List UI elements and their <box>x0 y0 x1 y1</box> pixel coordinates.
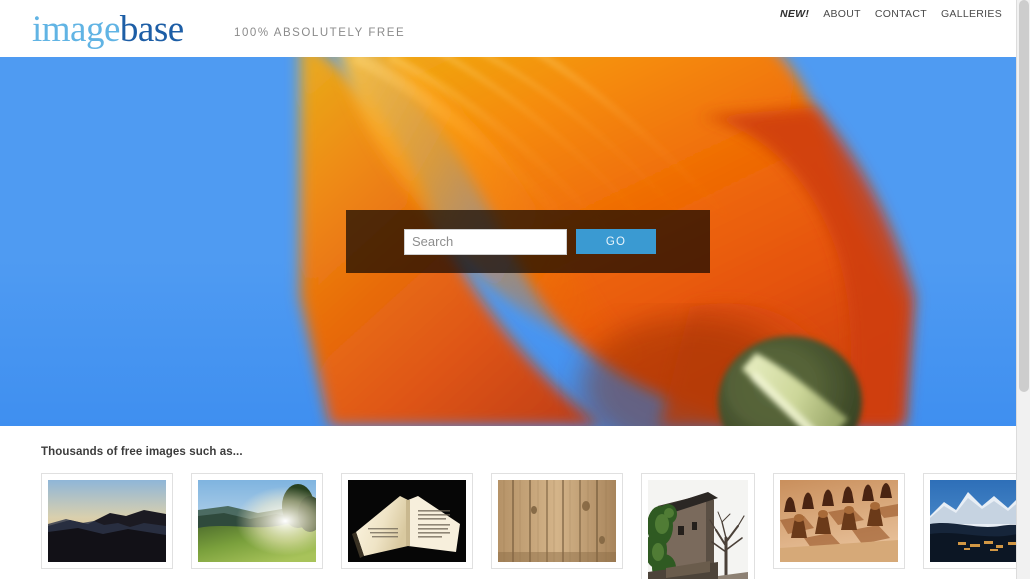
thumbnail-image <box>780 480 898 562</box>
hero-search-panel: GO <box>346 210 710 273</box>
thumbnail-row <box>0 473 1016 579</box>
thumbnail-open-book-on-dark-background[interactable] <box>341 473 473 569</box>
thumbnail-sunlit-green-hillside[interactable] <box>191 473 323 569</box>
nav-item-contact[interactable]: CONTACT <box>875 8 927 20</box>
site-logo[interactable]: imagebase <box>32 9 184 50</box>
thumbnail-image <box>198 480 316 562</box>
thumbnail-stone-house-with-ivy[interactable] <box>641 473 755 579</box>
logo-text-base: base <box>119 9 184 50</box>
site-tagline: 100% ABSOLUTELY FREE <box>234 27 406 39</box>
section-title: Thousands of free images such as... <box>41 446 243 458</box>
thumbnail-wooden-chess-set[interactable] <box>773 473 905 569</box>
thumbnail-image <box>348 480 466 562</box>
thumbnail-rocky-ridge-at-sunset[interactable] <box>41 473 173 569</box>
nav-item-new[interactable]: NEW! <box>780 8 809 20</box>
page-root: imagebase 100% ABSOLUTELY FREE NEW! ABOU… <box>0 0 1030 579</box>
thumbnail-weathered-wooden-planks[interactable] <box>491 473 623 569</box>
page-viewport: imagebase 100% ABSOLUTELY FREE NEW! ABOU… <box>0 0 1016 579</box>
thumbnail-image <box>648 480 748 579</box>
content-section: Thousands of free images such as... <box>0 426 1016 579</box>
page-scrollbar[interactable] <box>1016 0 1030 579</box>
hero-banner: GO <box>0 57 1016 426</box>
thumbnail-image <box>498 480 616 562</box>
main-navigation: NEW! ABOUT CONTACT GALLERIES <box>780 8 1002 20</box>
nav-item-about[interactable]: ABOUT <box>823 8 861 20</box>
logo-text-image: image <box>32 9 120 50</box>
thumbnail-image <box>48 480 166 562</box>
search-input[interactable] <box>404 228 567 255</box>
scrollbar-thumb[interactable] <box>1019 0 1029 392</box>
thumbnail-image <box>930 480 1016 562</box>
nav-item-galleries[interactable]: GALLERIES <box>941 8 1002 20</box>
thumbnail-snowy-mountains-over-valley[interactable] <box>923 473 1016 569</box>
search-go-button[interactable]: GO <box>576 229 656 254</box>
site-header: imagebase 100% ABSOLUTELY FREE NEW! ABOU… <box>0 0 1016 57</box>
